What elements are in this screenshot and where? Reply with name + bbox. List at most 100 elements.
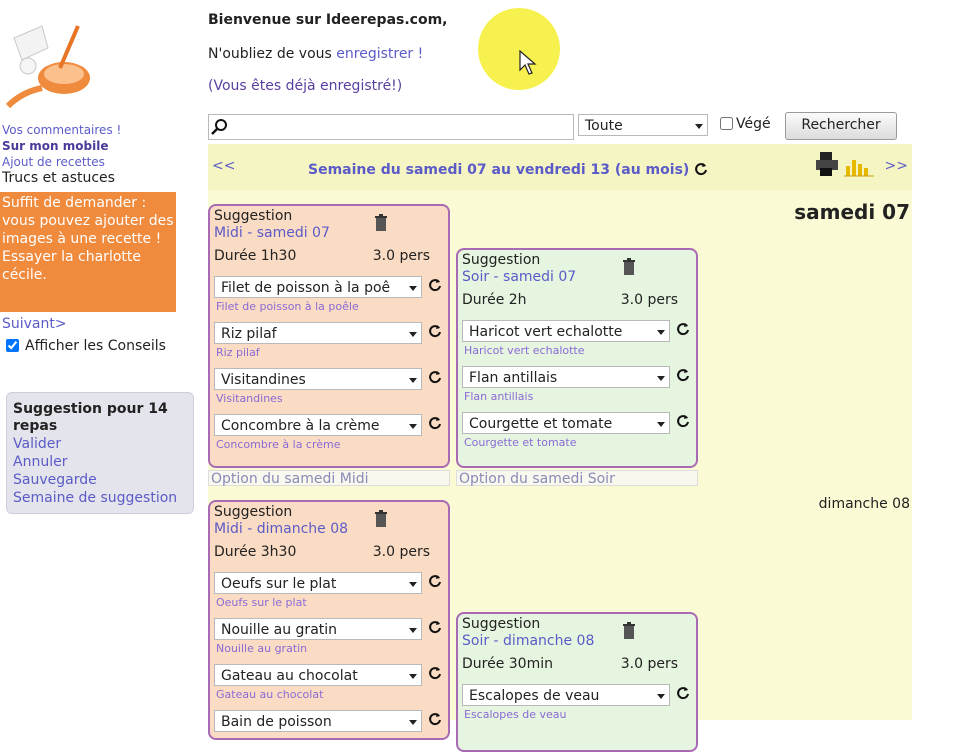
show-tips-checkbox[interactable] [6,339,19,352]
dish-link[interactable]: Riz pilaf [216,346,260,359]
search-button[interactable]: Rechercher [785,112,897,140]
option-midi-samedi[interactable]: Option du samedi Midi [208,470,450,487]
dish-link[interactable]: Flan antillais [464,390,533,403]
card-info: Durée 1h30 3.0 pers [214,248,444,270]
dish-select[interactable]: Concombre à la crème [214,414,422,436]
dish-select-value: Nouille au gratin [221,622,338,638]
trash-icon[interactable] [622,622,636,640]
dish-row: Flan antillais Flan antillais [462,362,692,406]
dish-link[interactable]: Visitandines [216,392,283,405]
chevron-down-icon [409,628,417,633]
meal-card-midi-dimanche: Suggestion Midi - dimanche 08 Durée 3h30… [208,500,450,740]
validate-link[interactable]: Valider [13,436,61,452]
day-heading-sunday: dimanche 08 [818,496,910,512]
chevron-down-icon [409,674,417,679]
refresh-icon[interactable] [428,620,442,634]
veg-checkbox[interactable] [720,117,733,130]
dish-row: Nouille au gratin Nouille au gratin [214,614,444,658]
dish-row: Gateau au chocolat Gateau au chocolat [214,660,444,704]
chart-icon[interactable] [844,156,874,178]
week-suggestion-link[interactable]: Semaine de suggestion [13,490,177,506]
already-registered-link[interactable]: (Vous êtes déjà enregistré!) [208,78,402,94]
category-select[interactable]: Toute [578,114,708,136]
refresh-icon[interactable] [428,574,442,588]
site-logo[interactable] [2,8,94,109]
trash-icon[interactable] [622,258,636,276]
add-recipes-link[interactable]: Ajout de recettes [2,155,105,169]
card-slot-link[interactable]: Soir - dimanche 08 [462,633,692,650]
refresh-icon[interactable] [428,712,442,726]
card-duration: Durée 3h30 [214,544,297,560]
card-slot-link[interactable]: Soir - samedi 07 [462,269,692,286]
dish-link[interactable]: Haricot vert echalotte [464,344,585,357]
printer-icon[interactable] [814,150,840,178]
card-kind: Suggestion [214,504,293,520]
tip-box: Suffit de demander : vous pouvez ajouter… [0,192,176,312]
next-tip-link[interactable]: Suivant> [2,316,67,332]
refresh-icon[interactable] [676,686,690,700]
dish-select-value: Concombre à la crème [221,418,380,434]
search-input[interactable] [208,114,574,140]
card-slot-link[interactable]: Midi - samedi 07 [214,225,444,242]
refresh-icon[interactable] [676,368,690,382]
chevron-down-icon [409,424,417,429]
dish-link[interactable]: Oeufs sur le plat [216,596,307,609]
dish-row: Riz pilaf Riz pilaf [214,318,444,362]
refresh-icon[interactable] [428,416,442,430]
next-week-link[interactable]: >> [885,158,908,174]
dish-select[interactable]: Flan antillais [462,366,670,388]
card-info: Durée 30min 3.0 pers [462,656,692,678]
dish-select[interactable]: Oeufs sur le plat [214,572,422,594]
refresh-icon[interactable] [676,322,690,336]
dish-link[interactable]: Filet de poisson à la poêle [216,300,359,313]
trash-icon[interactable] [374,510,388,528]
dish-row: Haricot vert echalotte Haricot vert echa… [462,316,692,360]
search-bar: Toute Végé Rechercher [208,112,912,142]
refresh-icon[interactable] [428,666,442,680]
dish-select[interactable]: Filet de poisson à la poê [214,276,422,298]
category-value: Toute [585,118,623,134]
card-kind: Suggestion [214,208,293,224]
dish-link[interactable]: Courgette et tomate [464,436,577,449]
prev-week-link[interactable]: << [212,158,235,174]
dish-select[interactable]: Riz pilaf [214,322,422,344]
week-tools [814,150,874,182]
cancel-link[interactable]: Annuler [13,454,67,470]
dish-link[interactable]: Nouille au gratin [216,642,307,655]
dish-link[interactable]: Concombre à la crème [216,438,341,451]
mobile-link[interactable]: Sur mon mobile [2,139,108,153]
show-tips-toggle[interactable]: Afficher les Conseils [6,338,166,354]
refresh-icon[interactable] [428,370,442,384]
week-title[interactable]: Semaine du samedi 07 au vendredi 13 (au … [308,162,708,178]
register-link[interactable]: enregistrer [336,46,413,62]
dish-link[interactable]: Escalopes de veau [464,708,566,721]
dish-select[interactable]: Courgette et tomate [462,412,670,434]
dish-select[interactable]: Visitandines [214,368,422,390]
refresh-icon[interactable] [428,278,442,292]
card-duration: Durée 2h [462,292,527,308]
comments-link[interactable]: Vos commentaires ! [2,123,121,137]
card-people: 3.0 pers [372,544,430,560]
trash-icon[interactable] [374,214,388,232]
dish-select[interactable]: Bain de poisson [214,710,422,732]
refresh-icon[interactable] [428,324,442,338]
veg-toggle[interactable]: Végé [720,116,771,132]
refresh-icon[interactable] [694,162,708,176]
save-link[interactable]: Sauvegarde [13,472,97,488]
dish-select[interactable]: Escalopes de veau [462,684,670,706]
chevron-down-icon [657,694,665,699]
card-people: 3.0 pers [620,292,678,308]
option-soir-samedi[interactable]: Option du samedi Soir [456,470,698,487]
dish-select-value: Filet de poisson à la poê [221,280,391,296]
dish-select[interactable]: Haricot vert echalotte [462,320,670,342]
dish-select-value: Haricot vert echalotte [469,324,623,340]
chevron-down-icon [409,332,417,337]
dish-select[interactable]: Nouille au gratin [214,618,422,640]
dish-link[interactable]: Gateau au chocolat [216,688,323,701]
veg-label: Végé [736,116,771,132]
dish-select[interactable]: Gateau au chocolat [214,664,422,686]
dish-select-value: Visitandines [221,372,306,388]
card-slot-link[interactable]: Midi - dimanche 08 [214,521,444,538]
tips-link[interactable]: Trucs et astuces [2,170,115,186]
refresh-icon[interactable] [676,414,690,428]
